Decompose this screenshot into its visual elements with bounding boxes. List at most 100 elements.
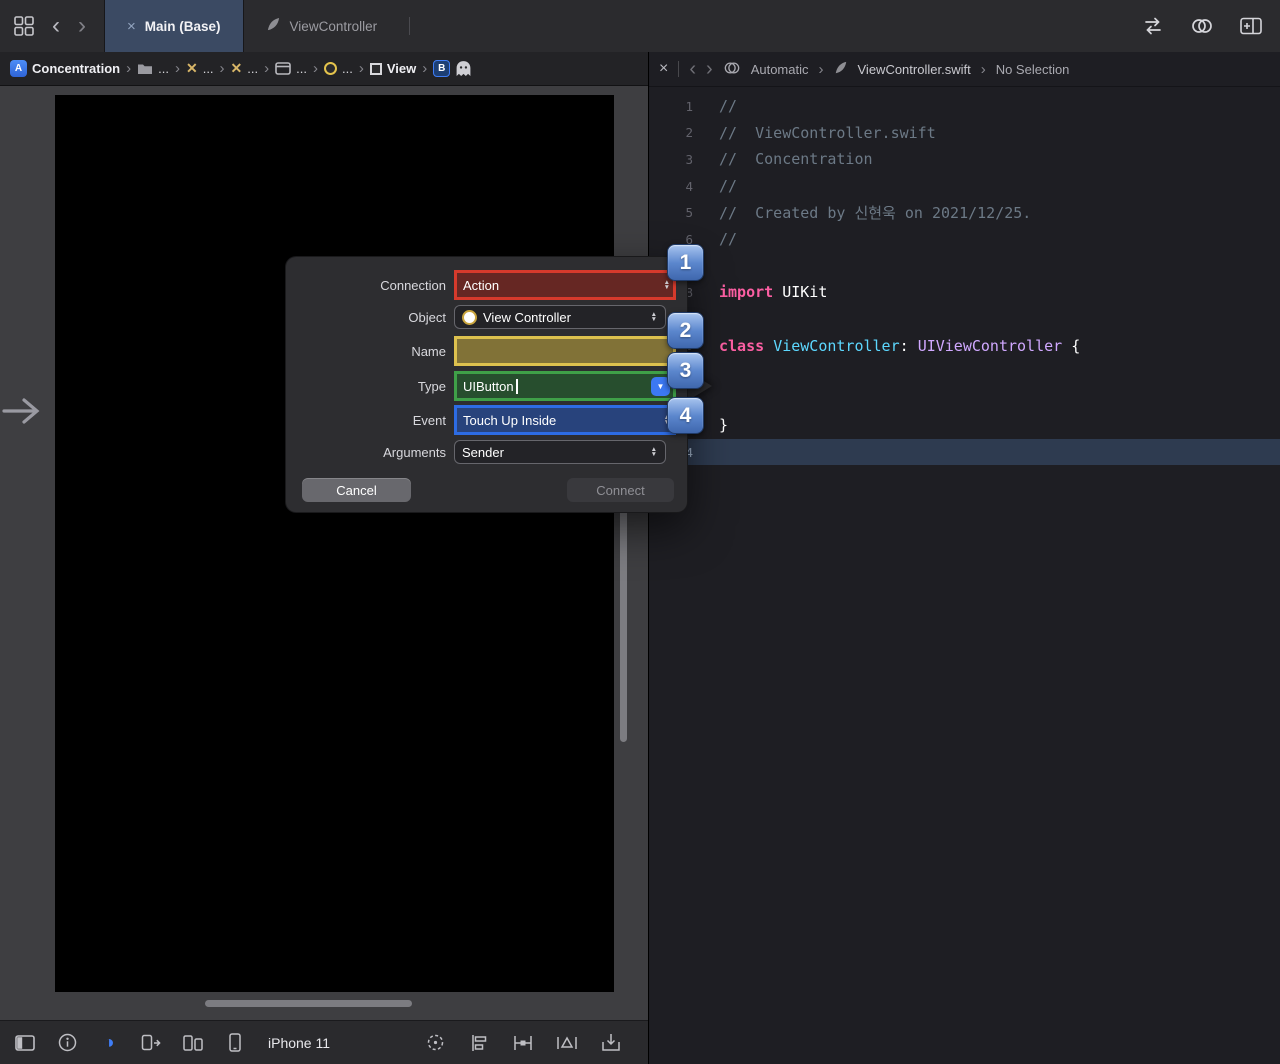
jump-bar-automatic[interactable]: Automatic	[751, 62, 809, 77]
connect-button[interactable]: Connect	[567, 478, 674, 502]
storyboard-icon: ✕	[185, 60, 198, 76]
folder-icon	[137, 62, 153, 75]
breadcrumb-window[interactable]: ...	[275, 61, 307, 76]
chevron-separator-icon: ›	[980, 60, 986, 78]
source-text: // Created by 신현욱 on 2021/12/25.	[719, 204, 1032, 223]
embed-icon[interactable]	[600, 1032, 622, 1054]
storyboard-file-icon: ×	[127, 17, 136, 35]
object-popup[interactable]: View Controller ▲ ▼	[454, 305, 666, 329]
code-line[interactable]: 4 //	[649, 173, 1280, 200]
swift-file-icon	[834, 61, 848, 78]
breadcrumb-scene[interactable]: ✕ ...	[231, 60, 259, 77]
code-line[interactable]: 10class ViewController: UIViewController…	[649, 332, 1280, 359]
code-review-icon[interactable]	[1142, 16, 1164, 36]
breadcrumb-storyboard[interactable]: ✕ ...	[186, 60, 214, 77]
chevron-separator-icon: ›	[422, 60, 428, 77]
view-controller-canvas[interactable]	[55, 95, 614, 992]
tab-label: Main (Base)	[144, 18, 221, 34]
code-line[interactable]: 3 // Concentration	[649, 146, 1280, 173]
code-line[interactable]: 2 // ViewController.swift	[649, 120, 1280, 147]
swift-file-icon	[266, 17, 281, 35]
jump-bar-file[interactable]: ViewController.swift	[858, 62, 971, 77]
code-line[interactable]: 11	[649, 359, 1280, 386]
code-line[interactable]: 5 // Created by 신현욱 on 2021/12/25.	[649, 199, 1280, 226]
name-field[interactable]	[454, 336, 676, 366]
event-popup[interactable]: Touch Up Inside ▲▼	[454, 405, 676, 435]
device-label[interactable]: iPhone 11	[268, 1035, 330, 1051]
line-number[interactable]: 5	[649, 205, 703, 220]
chevron-separator-icon: ›	[174, 60, 180, 77]
code-editor[interactable]: 1 // 2 // ViewController.swift 3 // Concentra…	[649, 86, 1280, 1064]
counterparts-icon[interactable]	[1190, 16, 1214, 36]
auto-layout-controls	[424, 1032, 622, 1054]
chevron-separator-icon: ›	[358, 60, 364, 77]
resolve-issues-icon[interactable]	[556, 1032, 578, 1054]
close-split-icon[interactable]: ×	[659, 60, 668, 78]
code-line[interactable]: 13}	[649, 412, 1280, 439]
breadcrumb-view[interactable]: View	[369, 61, 416, 76]
jump-bar-selection[interactable]: No Selection	[996, 62, 1070, 77]
code-line[interactable]: 12	[649, 386, 1280, 413]
code-line[interactable]: 9	[649, 306, 1280, 333]
scene-icon: ✕	[230, 60, 243, 76]
forward-button[interactable]: ›	[78, 14, 86, 38]
object-label: Object	[408, 309, 446, 325]
connection-popover: Connection Action ▲ ▼ Object View Control…	[286, 257, 687, 512]
forward-button[interactable]: ›	[706, 59, 713, 79]
tab-viewcontroller[interactable]: ViewController	[244, 0, 400, 52]
tab-main-base[interactable]: × Main (Base)	[104, 0, 244, 52]
connection-popup[interactable]: Action ▲ ▼	[454, 270, 676, 300]
adaptive-layout-icon[interactable]	[182, 1032, 204, 1054]
toolbar-right-icons	[1142, 16, 1280, 36]
source-text: import UIKit	[719, 283, 828, 302]
stepper-icon: ▲▼	[663, 278, 670, 291]
type-combobox[interactable]: UIButton ▼	[454, 371, 676, 401]
arguments-popup[interactable]: Sender ▲ ▼	[454, 440, 666, 464]
code-line[interactable]: 14	[649, 438, 1280, 466]
back-button[interactable]: ‹	[52, 14, 60, 38]
update-frames-icon[interactable]	[424, 1032, 446, 1054]
line-number[interactable]: 4	[649, 179, 703, 194]
source-text: class ViewController: UIViewController {	[719, 336, 1081, 355]
related-items-grid-icon[interactable]	[14, 16, 34, 36]
breadcrumb-group[interactable]: ...	[137, 61, 169, 76]
code-line[interactable]: 1 //	[649, 93, 1280, 120]
breadcrumb-button[interactable]: B	[433, 60, 451, 77]
code-line[interactable]: 6//	[649, 226, 1280, 253]
text-cursor	[515, 378, 518, 394]
chevron-separator-icon: ›	[219, 60, 225, 77]
add-constraints-icon[interactable]	[512, 1032, 534, 1054]
code-line[interactable]: 7	[649, 253, 1280, 280]
interface-builder-canvas[interactable]	[0, 86, 648, 1020]
device-icon[interactable]	[224, 1032, 246, 1054]
line-number[interactable]: 1	[649, 99, 703, 114]
source-text: // Concentration	[719, 150, 873, 169]
chevron-separator-icon: ›	[818, 60, 824, 78]
chevron-separator-icon: ›	[126, 60, 132, 77]
tab-bar: ‹ › × Main (Base) ViewController	[0, 0, 1280, 53]
breadcrumb-project[interactable]: A Concentration	[10, 60, 120, 77]
name-row: Name	[298, 336, 676, 366]
appearance-toggle-icon[interactable]: ◑	[98, 1032, 120, 1054]
source-text: //	[719, 177, 738, 196]
line-number[interactable]: 2	[649, 125, 703, 140]
code-line[interactable]: 8 import UIKit	[649, 279, 1280, 306]
chevron-separator-icon: ›	[264, 60, 270, 77]
align-icon[interactable]	[468, 1032, 490, 1054]
button-icon: B	[433, 60, 451, 77]
storyboard-entry-arrow[interactable]	[2, 396, 46, 431]
view-controller-icon	[323, 62, 337, 75]
back-button[interactable]: ‹	[689, 59, 696, 79]
type-label: Type	[417, 378, 446, 394]
orientation-icon[interactable]	[140, 1032, 162, 1054]
document-outline-toggle-icon[interactable]	[14, 1032, 36, 1054]
object-row: Object View Controller ▲ ▼	[298, 305, 666, 329]
breadcrumb-view-controller[interactable]: ...	[323, 61, 353, 76]
cancel-button[interactable]: Cancel	[302, 478, 411, 502]
editor-jump-bar: × ‹ › Automatic › ViewController.swift ›…	[649, 52, 1280, 87]
horizontal-scrollbar[interactable]	[205, 1000, 412, 1007]
callout-badge-2: 2	[667, 312, 704, 349]
line-number[interactable]: 3	[649, 152, 703, 167]
accessibility-inspector-icon[interactable]	[56, 1032, 78, 1054]
add-editor-icon[interactable]	[1240, 16, 1262, 36]
